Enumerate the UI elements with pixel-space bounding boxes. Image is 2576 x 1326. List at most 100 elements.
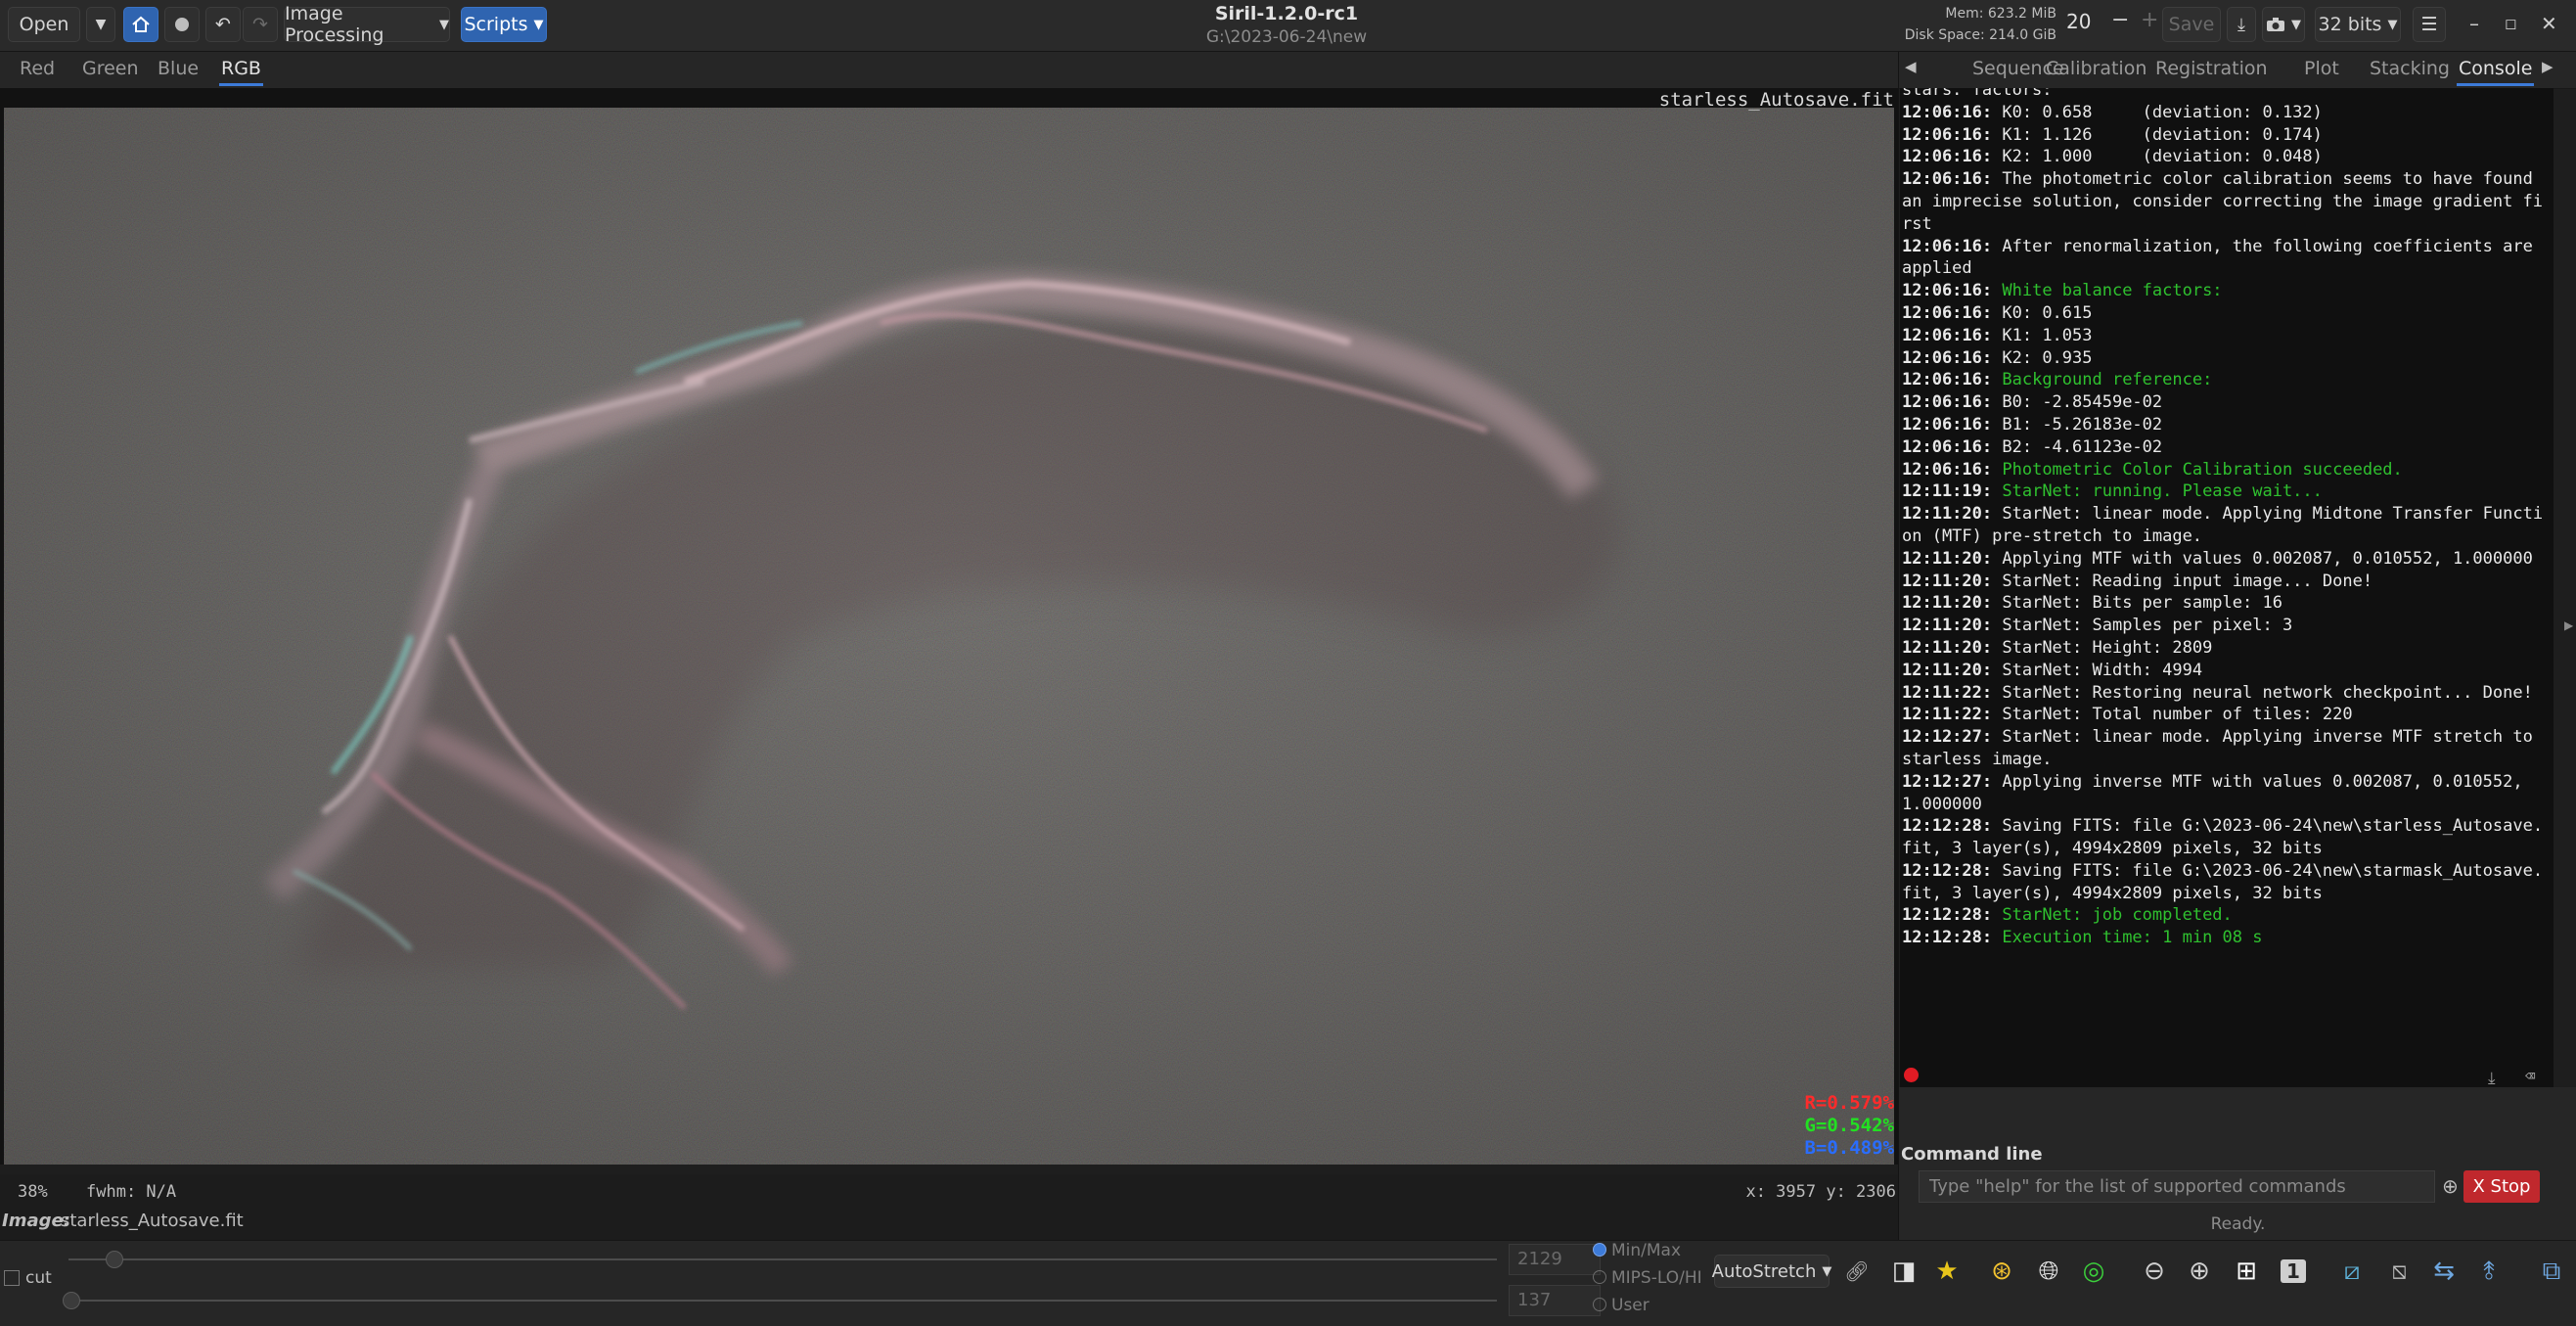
console-timestamp: 12:06:16: <box>1902 281 1993 301</box>
scripts-menu[interactable]: Scripts ▼ <box>461 7 547 42</box>
target-icon[interactable]: ◎ <box>2076 1254 2111 1289</box>
save-as-button[interactable]: ⤓ <box>2227 7 2256 42</box>
min-slider-track[interactable] <box>68 1300 1497 1302</box>
blue-value: B=0.489% <box>1804 1137 1894 1159</box>
radio-user[interactable]: User <box>1593 1296 1650 1315</box>
minus-icon[interactable]: − <box>2111 8 2129 32</box>
cut-checkbox[interactable] <box>4 1270 20 1286</box>
annotate-icon[interactable]: 🌐︎ <box>2031 1254 2066 1289</box>
max-value-field[interactable]: 2129 <box>1509 1244 1601 1275</box>
minimize-icon[interactable]: – <box>2469 12 2479 35</box>
console-line: 12:12:27: Applying inverse MTF with valu… <box>1902 771 2548 816</box>
console-log[interactable]: stars. factors: 12:06:16: K0: 0.658 (devi… <box>1900 88 2553 1087</box>
console-line: 12:06:16: K2: 1.000 (deviation: 0.048) <box>1902 146 2548 168</box>
console-line: 12:11:20: StarNet: linear mode. Applying… <box>1902 503 2548 548</box>
mirror-y-icon[interactable]: ⧅ <box>2381 1254 2417 1289</box>
ra-dec-icon[interactable]: ⥉ <box>2471 1254 2507 1289</box>
command-help-icon[interactable]: ⊕ <box>2442 1174 2459 1198</box>
radio-mips[interactable]: MIPS-LO/HI <box>1593 1268 1702 1288</box>
console-line: 12:11:20: StarNet: Reading input image..… <box>1902 571 2548 593</box>
panel-collapse-icon[interactable]: ▶ <box>2564 618 2573 632</box>
console-timestamp: 12:06:16: <box>1902 124 1993 145</box>
console-line: 12:11:20: StarNet: Samples per pixel: 3 <box>1902 615 2548 637</box>
header-bar: Open ▼ ↶ ↷ Image Processing ▼ Scripts ▼ Si… <box>0 0 2576 52</box>
chevron-left-icon[interactable]: ◀ <box>1905 58 1917 75</box>
save-log-icon[interactable]: ⤓ <box>2488 1069 2496 1087</box>
stretch-mode-label: AutoStretch <box>1711 1260 1817 1282</box>
open-button[interactable]: Open <box>8 7 80 42</box>
tab-rgb[interactable]: RGB <box>219 58 263 86</box>
console-timestamp: 12:11:20: <box>1902 571 1993 591</box>
tab-console[interactable]: Console <box>2456 58 2535 86</box>
command-line-label: Command line <box>1901 1144 2043 1165</box>
console-line: 12:06:16: Background reference: <box>1902 369 2548 391</box>
save-button[interactable]: Save <box>2162 7 2221 42</box>
console-line: 12:12:28: Execution time: 1 min 08 s <box>1902 927 2548 949</box>
tab-red[interactable]: Red <box>20 58 55 79</box>
zoom-out-icon[interactable]: ⊖ <box>2137 1254 2172 1289</box>
console-timestamp: 12:06:16: <box>1902 347 1993 368</box>
console-timestamp: 12:06:16: <box>1902 147 1993 167</box>
console-message: B0: -2.85459e-02 <box>2002 392 2163 413</box>
hamburger-icon: ☰ <box>2420 14 2438 35</box>
thread-spinbox[interactable]: 20 − + <box>2066 8 2170 39</box>
max-slider-knob[interactable] <box>106 1251 123 1268</box>
console-line: 12:06:16: After renormalization, the fol… <box>1902 236 2548 281</box>
tab-calibration[interactable]: Calibration <box>2046 58 2147 79</box>
zoom-in-icon[interactable]: ⊕ <box>2182 1254 2217 1289</box>
main-menu-button[interactable]: ☰ <box>2413 7 2446 42</box>
console-timestamp: 12:12:27: <box>1902 771 1993 792</box>
console-timestamp: 12:11:20: <box>1902 504 1993 525</box>
radio-minmax[interactable]: Min/Max <box>1593 1241 1681 1260</box>
status-text: Ready. <box>2210 1214 2266 1234</box>
console-message: K0: 0.615 <box>2002 302 2093 323</box>
chart-icon[interactable]: ⧉ <box>2534 1254 2569 1289</box>
undo-icon: ↶ <box>215 14 231 35</box>
tab-registration[interactable]: Registration <box>2155 58 2268 79</box>
zoom-one-label: 1 <box>2281 1259 2306 1283</box>
console-timestamp: 12:11:22: <box>1902 705 1993 725</box>
console-line: 12:11:22: StarNet: Restoring neural netw… <box>1902 682 2548 705</box>
maximize-icon[interactable]: ◻ <box>2505 15 2516 32</box>
max-slider-track[interactable] <box>68 1258 1497 1260</box>
command-input[interactable] <box>1919 1170 2435 1203</box>
console-message: stars. factors: <box>1902 88 2053 100</box>
console-line: 12:11:20: StarNet: Width: 4994 <box>1902 660 2548 682</box>
console-timestamp: 12:06:16: <box>1902 459 1993 480</box>
stop-button[interactable]: X Stop <box>2463 1170 2540 1203</box>
tab-plot[interactable]: Plot <box>2304 58 2339 79</box>
undo-button[interactable]: ↶ <box>205 7 241 42</box>
home-button[interactable] <box>123 7 158 42</box>
zoom-fit-icon[interactable]: ⊞ <box>2229 1254 2264 1289</box>
plus-icon[interactable]: + <box>2141 8 2158 32</box>
chevron-right-icon[interactable]: ▶ <box>2542 58 2553 75</box>
negative-view-icon[interactable]: ◨ <box>1886 1254 1921 1289</box>
close-icon[interactable]: ✕ <box>2541 12 2557 35</box>
recent-files-button[interactable]: ▼ <box>86 7 115 42</box>
bit-depth-menu[interactable]: 32 bits ▼ <box>2315 7 2401 42</box>
tab-stacking[interactable]: Stacking <box>2370 58 2450 79</box>
image-processing-menu[interactable]: Image Processing ▼ <box>284 3 450 46</box>
console-message: Execution time: 1 min 08 s <box>2002 928 2263 948</box>
color-map-icon[interactable]: ★ <box>1929 1254 1965 1289</box>
stretch-mode-menu[interactable]: AutoStretch ▼ <box>1711 1255 1831 1288</box>
photometry-icon[interactable]: ⊛ <box>1984 1254 2019 1289</box>
zoom-one-button[interactable]: 1 <box>2276 1254 2311 1289</box>
link-icon[interactable]: 🔗︎ <box>1839 1254 1875 1289</box>
clear-log-icon[interactable]: ⌫ <box>2525 1067 2535 1086</box>
console-timestamp: 12:12:28: <box>1902 816 1993 837</box>
rotate-icon[interactable]: ⇆ <box>2426 1254 2462 1289</box>
console-line: 12:11:19: StarNet: running. Please wait.… <box>1902 480 2548 503</box>
console-timestamp: 12:11:22: <box>1902 682 1993 703</box>
snapshot-button[interactable]: ▼ <box>2262 7 2305 42</box>
image-canvas[interactable]: starless_Autosave.fit R=0.579% G=0.542% … <box>0 88 1898 1165</box>
redo-button[interactable]: ↷ <box>243 7 278 42</box>
min-slider-knob[interactable] <box>63 1292 80 1309</box>
record-button[interactable] <box>164 7 200 42</box>
min-value-field[interactable]: 137 <box>1509 1285 1601 1316</box>
radio-minmax-label: Min/Max <box>1611 1241 1682 1260</box>
console-line: stars. factors: <box>1902 88 2548 102</box>
tab-green[interactable]: Green <box>82 58 139 79</box>
mirror-x-icon[interactable]: ⧄ <box>2334 1254 2370 1289</box>
tab-blue[interactable]: Blue <box>158 58 199 79</box>
